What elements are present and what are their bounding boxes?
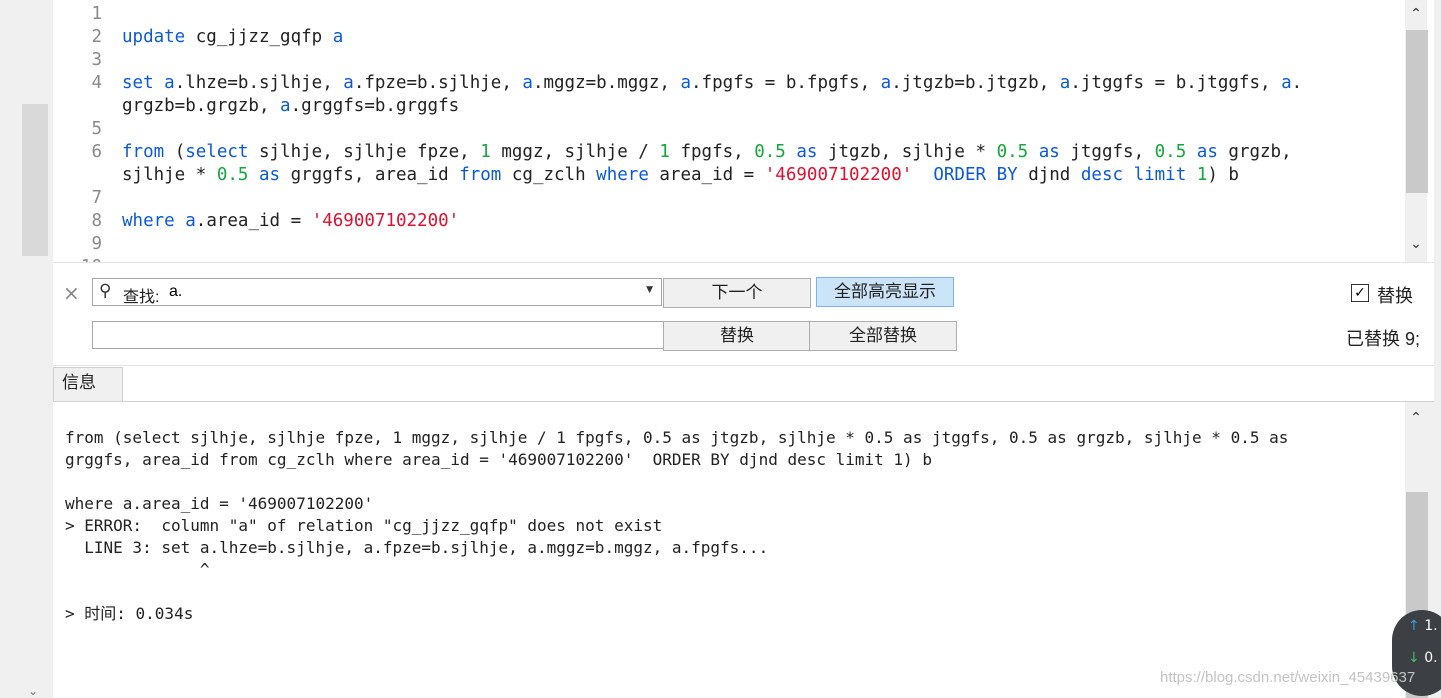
chevron-down-icon[interactable]: ▼ (646, 285, 653, 295)
close-icon[interactable]: × (63, 281, 80, 305)
line-number: 2 (91, 27, 102, 47)
replace-field[interactable] (92, 321, 664, 349)
replace-input[interactable] (99, 325, 649, 345)
scroll-down-icon[interactable]: ⌄ (1405, 236, 1427, 252)
download-speed: 0. (1424, 650, 1438, 666)
find-input[interactable] (169, 282, 639, 302)
code-text[interactable]: from (select sjlhje, sjlhje fpze, 1 mggz… (122, 141, 1292, 164)
search-icon: ⚲ (99, 281, 112, 301)
replace-all-button[interactable]: 全部替换 (809, 321, 957, 351)
replace-button[interactable]: 替换 (663, 321, 811, 351)
editor-scroll-thumb[interactable] (1406, 30, 1428, 193)
watermark: https://blog.csdn.net/weixin_45439637 (1160, 669, 1416, 686)
line-number: 1 (91, 4, 102, 24)
scroll-up-icon[interactable]: ⌃ (1405, 6, 1427, 22)
sql-editor[interactable]: 1 2 update cg_jjzz_gqfp a 3 4 set a.lhze=b.sj… (53, 0, 1434, 262)
code-text[interactable]: set a.lhze=b.sjlhje, a.fpze=b.sjlhje, a.… (122, 72, 1302, 95)
output-line: where a.area_id = '469007102200' (65, 494, 374, 513)
scroll-up-icon[interactable]: ⌃ (1405, 410, 1427, 426)
upload-speed: 1. (1424, 618, 1438, 634)
output-line: > ERROR: column "a" of relation "cg_jjzz… (65, 516, 663, 535)
code-text[interactable]: where a.area_id = '469007102200' (122, 210, 459, 233)
code-text[interactable]: sjlhje * 0.5 as grggfs, area_id from cg_… (122, 164, 1239, 187)
chevron-down-icon[interactable]: ⌄ (28, 684, 38, 698)
output-line: from (select sjlhje, sjlhje fpze, 1 mggz… (65, 428, 1289, 447)
replace-checkbox[interactable]: ✓ (1351, 284, 1369, 302)
line-number: 3 (91, 50, 102, 70)
upload-arrow-icon: ↑ (1408, 618, 1420, 634)
tab-info[interactable]: 信息 (53, 367, 123, 401)
result-tabbar: 信息 (53, 366, 1434, 402)
line-number: 9 (91, 234, 102, 254)
download-arrow-icon: ↓ (1408, 650, 1420, 666)
left-panel-strip (22, 104, 48, 256)
replace-checkbox-label: 替换 (1377, 286, 1413, 306)
code-text[interactable]: update cg_jjzz_gqfp a (122, 26, 343, 49)
editor-scrollbar[interactable]: ⌃ ⌄ (1405, 0, 1428, 262)
line-number: 4 (91, 73, 102, 93)
output-line: ^ (65, 560, 210, 579)
line-number: 6 (91, 142, 102, 162)
message-output[interactable]: from (select sjlhje, sjlhje fpze, 1 mggz… (53, 402, 1405, 698)
output-line: LINE 3: set a.lhze=b.sjlhje, a.fpze=b.sj… (65, 538, 769, 557)
output-line: > 时间: 0.034s (65, 604, 194, 623)
code-text[interactable]: grgzb=b.grgzb, a.grggfs=b.grggfs (122, 95, 459, 118)
highlight-all-button[interactable]: 全部高亮显示 (816, 277, 954, 307)
line-number: 7 (91, 188, 102, 208)
find-next-button[interactable]: 下一个 (663, 278, 811, 308)
find-label: 查找: (123, 289, 160, 306)
find-field[interactable]: ⚲ 查找: ▼ (92, 278, 662, 306)
replaced-count-status: 已替换 9; (1346, 329, 1421, 349)
find-replace-panel: × ⚲ 查找: ▼ 下一个 全部高亮显示 ✓ 替换 替换 全部替换 已替换 9; (53, 262, 1434, 366)
line-number: 8 (91, 211, 102, 231)
line-number: 5 (91, 119, 102, 139)
output-line: grggfs, area_id from cg_zclh where area_… (65, 450, 932, 469)
